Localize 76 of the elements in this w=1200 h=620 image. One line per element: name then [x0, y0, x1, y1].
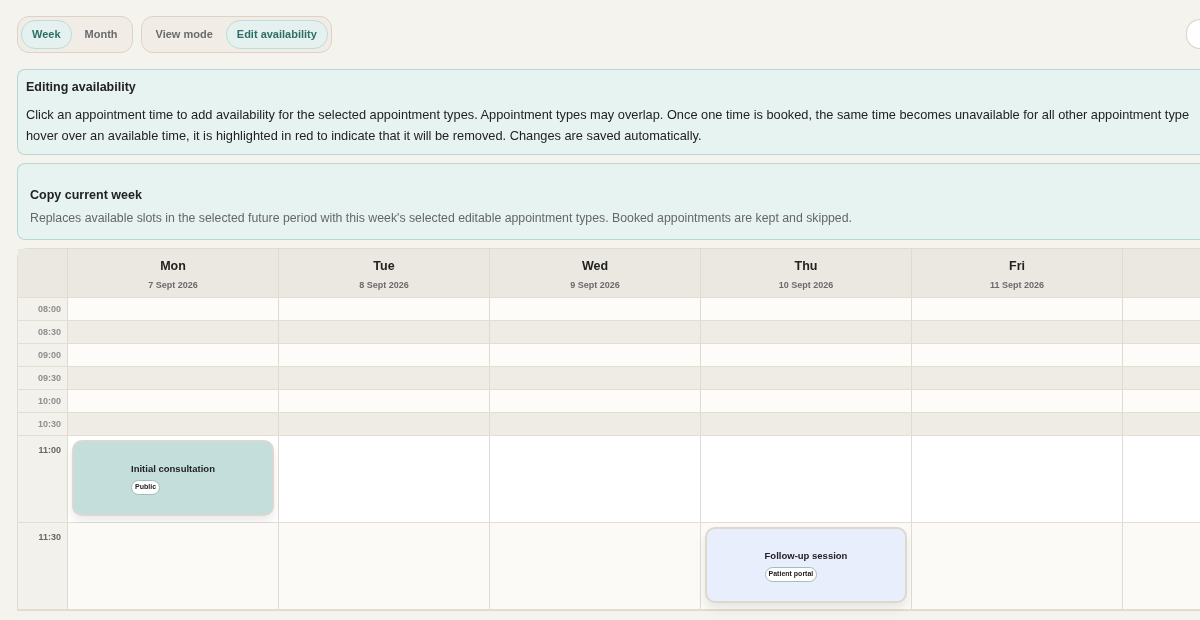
panel-title: Copy current week	[30, 187, 143, 205]
calendar-cell[interactable]	[1123, 298, 1200, 321]
round-button[interactable]	[1186, 19, 1200, 50]
time-label: 08:00	[36, 303, 62, 317]
calendar-cell[interactable]	[279, 523, 490, 610]
day-date: 10 Sept 2026	[777, 279, 835, 293]
panel-text: hover over an available time, it is highlighted in red to indicate that it will be removed. Changes are saved automatically.	[26, 127, 703, 146]
calendar-cell[interactable]	[490, 413, 701, 436]
calendar-cell[interactable]	[68, 413, 279, 436]
appointment-title: Follow-up session	[764, 549, 848, 564]
calendar-cell[interactable]	[490, 390, 701, 413]
toggle-button[interactable]: Month	[73, 20, 129, 49]
calendar-cell[interactable]	[701, 367, 912, 390]
toggle-button[interactable]: Edit availability	[225, 20, 328, 49]
calendar-cell[interactable]	[490, 367, 701, 390]
calendar-cell[interactable]	[1123, 413, 1200, 436]
calendar-cell[interactable]	[1123, 523, 1200, 610]
calendar-cell[interactable]	[490, 344, 701, 367]
day-date: 8 Sept 2026	[358, 279, 410, 293]
time-label: 08:30	[36, 326, 62, 340]
calendar-cell[interactable]	[912, 367, 1123, 390]
calendar-cell[interactable]	[912, 436, 1123, 523]
calendar-cell[interactable]	[701, 436, 912, 523]
calendar-cell[interactable]	[1123, 321, 1200, 344]
calendar-cell[interactable]	[490, 321, 701, 344]
day-name: Fri	[1008, 258, 1026, 276]
toggle-button[interactable]: View mode	[144, 20, 224, 49]
calendar-cell[interactable]	[68, 523, 279, 610]
calendar-cell[interactable]	[1123, 390, 1200, 413]
time-label: 11:00	[37, 444, 62, 458]
calendar-cell[interactable]	[68, 344, 279, 367]
calendar-cell[interactable]	[1123, 436, 1200, 523]
calendar-cell[interactable]	[912, 298, 1123, 321]
time-label: 09:00	[36, 349, 62, 363]
calendar-cell[interactable]	[912, 321, 1123, 344]
calendar-cell[interactable]	[490, 298, 701, 321]
day-name: Mon	[159, 258, 187, 276]
calendar-cell[interactable]	[1123, 344, 1200, 367]
toggle-button[interactable]: Week	[21, 20, 72, 49]
calendar-cell[interactable]	[279, 367, 490, 390]
calendar-cell[interactable]	[912, 344, 1123, 367]
calendar-cell[interactable]	[490, 523, 701, 610]
calendar-cell[interactable]	[279, 344, 490, 367]
calendar-cell[interactable]	[701, 298, 912, 321]
appointment-title: Initial consultation	[131, 462, 215, 477]
calendar-cell[interactable]	[912, 413, 1123, 436]
calendar-cell[interactable]	[912, 523, 1123, 610]
calendar-cell[interactable]	[1123, 367, 1200, 390]
day-name: Thu	[793, 258, 819, 276]
calendar-cell[interactable]	[279, 413, 490, 436]
calendar-cell[interactable]	[279, 321, 490, 344]
calendar-cell[interactable]	[68, 321, 279, 344]
time-label: 11:30	[37, 531, 62, 545]
panel-description: Replaces available slots in the selected future period with this week's selected editable appointment types. Booked appointments are kept and skipped.	[30, 210, 853, 227]
time-label: 10:00	[36, 395, 62, 409]
day-name: Tue	[372, 258, 396, 276]
time-label: 10:30	[36, 418, 62, 432]
calendar-cell[interactable]	[279, 436, 490, 523]
calendar-cell[interactable]	[68, 390, 279, 413]
day-date: 11 Sept 2026	[988, 279, 1045, 293]
calendar-cell[interactable]	[701, 390, 912, 413]
calendar-cell[interactable]	[912, 390, 1123, 413]
calendar-cell[interactable]	[68, 298, 279, 321]
calendar-cell[interactable]	[279, 390, 490, 413]
calendar-cell[interactable]	[701, 344, 912, 367]
calendar-cell[interactable]	[490, 436, 701, 523]
calendar-cell[interactable]	[701, 413, 912, 436]
calendar-cell[interactable]	[68, 367, 279, 390]
panel-title: Editing availability	[26, 78, 137, 96]
day-date: 9 Sept 2026	[569, 279, 621, 293]
calendar-cell[interactable]	[701, 321, 912, 344]
panel-text: Click an appointment time to add availability for the selected appointment types. Appointment types may overlap. Once one time is booked, the same time becomes unavailable for all other appointment type	[26, 106, 1191, 125]
time-label: 09:30	[36, 372, 62, 386]
day-name: Wed	[580, 258, 610, 276]
calendar-cell[interactable]	[279, 298, 490, 321]
day-date: 7 Sept 2026	[147, 279, 199, 293]
